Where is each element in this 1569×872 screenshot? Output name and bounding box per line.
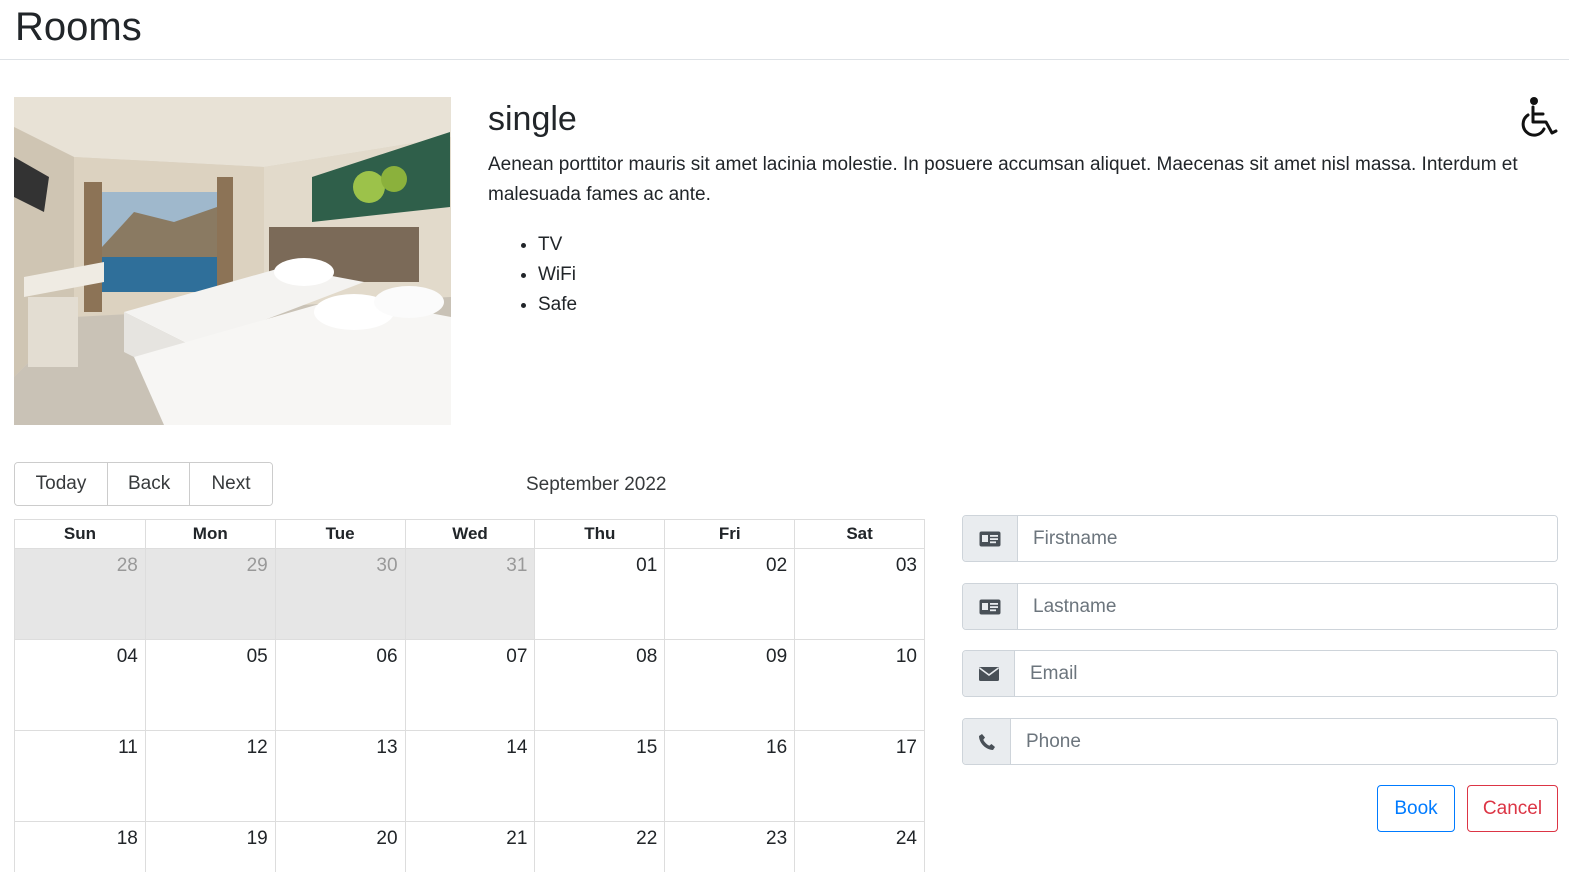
calendar-day-cell-off-range[interactable]: 30 — [274, 549, 405, 639]
calendar-body: 28 29 30 31 01 02 03 04 05 06 07 08 09 10 11 12 13 14 15 16… — [15, 549, 924, 872]
calendar-day-number: 01 — [636, 555, 658, 576]
weekday-label: Tue — [274, 520, 405, 548]
calendar-day-cell[interactable]: 11 — [15, 731, 145, 821]
calendar-day-number: 04 — [116, 646, 138, 667]
calendar-day-number: 20 — [376, 828, 398, 849]
calendar-day-number: 15 — [636, 737, 658, 758]
calendar-day-cell[interactable]: 05 — [144, 640, 275, 730]
calendar-day-cell-off-range[interactable]: 28 — [15, 549, 145, 639]
calendar-day-number: 23 — [766, 828, 788, 849]
weekday-label: Fri — [664, 520, 794, 548]
calendar-day-cell[interactable]: 07 — [404, 640, 535, 730]
firstname-input-group — [962, 515, 1558, 562]
email-field[interactable] — [1015, 651, 1557, 696]
room-description: Aenean porttitor mauris sit amet lacinia… — [488, 154, 1518, 205]
lastname-input-group — [962, 583, 1558, 630]
calendar-month-view: Sun Mon Tue Wed Thu Fri Sat 28 29 30 31 01 02… — [14, 519, 925, 872]
calendar-day-number: 05 — [246, 646, 268, 667]
calendar-week-row: 11 12 13 14 15 16 17 — [15, 731, 924, 822]
room-type-heading: single — [488, 100, 577, 138]
calendar-day-cell[interactable]: 15 — [534, 731, 664, 821]
phone-icon — [963, 719, 1011, 764]
calendar-day-number: 30 — [376, 555, 398, 576]
back-button[interactable]: Back — [108, 463, 190, 505]
calendar-day-cell[interactable]: 22 — [534, 822, 664, 872]
calendar-week-row: 18 19 20 21 22 23 24 — [15, 822, 924, 872]
calendar-day-number: 29 — [246, 555, 268, 576]
calendar-day-cell-off-range[interactable]: 31 — [404, 549, 535, 639]
calendar-day-cell[interactable]: 09 — [664, 640, 794, 730]
phone-field[interactable] — [1011, 719, 1557, 764]
id-card-icon — [963, 584, 1018, 629]
calendar-day-cell[interactable]: 13 — [274, 731, 405, 821]
calendar-day-cell[interactable]: 10 — [794, 640, 924, 730]
calendar-day-number: 10 — [895, 646, 917, 667]
weekday-label: Sun — [63, 524, 96, 543]
calendar-day-number: 21 — [506, 828, 528, 849]
calendar-weekday-header: Sun Mon Tue Wed Thu Fri Sat — [15, 520, 924, 549]
calendar-day-cell[interactable]: 24 — [794, 822, 924, 872]
page-title: Rooms — [15, 5, 142, 49]
calendar-day-cell[interactable]: 20 — [274, 822, 405, 872]
phone-input-group — [962, 718, 1558, 765]
calendar-day-number: 28 — [116, 555, 138, 576]
firstname-field[interactable] — [1018, 516, 1557, 561]
weekday-label: Thu — [534, 520, 664, 548]
calendar-day-number: 03 — [895, 555, 917, 576]
feature-item: Safe — [538, 290, 577, 320]
calendar-day-number: 16 — [766, 737, 788, 758]
email-input-group — [962, 650, 1558, 697]
calendar-day-cell[interactable]: 02 — [664, 549, 794, 639]
weekday-label: Wed — [404, 520, 535, 548]
calendar-week-row: 04 05 06 07 08 09 10 — [15, 640, 924, 731]
calendar-day-number: 02 — [766, 555, 788, 576]
calendar-day-number: 22 — [636, 828, 658, 849]
calendar-day-cell[interactable]: 03 — [794, 549, 924, 639]
calendar-day-number: 17 — [895, 737, 917, 758]
weekday-label: Mon — [144, 520, 275, 548]
lastname-field[interactable] — [1018, 584, 1557, 629]
weekday-label: Sat — [794, 520, 924, 548]
calendar-day-number: 12 — [246, 737, 268, 758]
page-header: Rooms — [0, 0, 1569, 60]
id-card-icon — [963, 516, 1018, 561]
today-button[interactable]: Today — [15, 463, 108, 505]
calendar-day-number: 18 — [116, 828, 138, 849]
book-button[interactable]: Book — [1377, 785, 1455, 832]
calendar-day-number: 09 — [766, 646, 788, 667]
calendar-day-cell[interactable]: 17 — [794, 731, 924, 821]
calendar-day-number: 07 — [506, 646, 528, 667]
calendar-day-number: 31 — [506, 555, 528, 576]
room-photo — [14, 97, 451, 425]
room-features-list: TV WiFi Safe — [538, 230, 577, 320]
calendar-month-label: September 2022 — [526, 474, 667, 495]
cancel-button[interactable]: Cancel — [1467, 785, 1558, 832]
calendar-day-number: 13 — [376, 737, 398, 758]
calendar-day-cell[interactable]: 08 — [534, 640, 664, 730]
calendar-day-cell[interactable]: 06 — [274, 640, 405, 730]
calendar-day-cell[interactable]: 01 — [534, 549, 664, 639]
envelope-icon — [963, 651, 1015, 696]
calendar-day-number: 14 — [506, 737, 528, 758]
next-button[interactable]: Next — [190, 463, 272, 505]
calendar-day-number: 06 — [376, 646, 398, 667]
calendar-day-cell[interactable]: 04 — [15, 640, 145, 730]
calendar-toolbar: Today Back Next — [14, 462, 273, 506]
calendar-day-cell[interactable]: 19 — [144, 822, 275, 872]
calendar-day-cell[interactable]: 23 — [664, 822, 794, 872]
calendar-day-cell[interactable]: 12 — [144, 731, 275, 821]
feature-item: WiFi — [538, 260, 577, 290]
calendar-day-number: 24 — [895, 828, 917, 849]
calendar-day-cell[interactable]: 21 — [404, 822, 535, 872]
calendar-day-number: 08 — [636, 646, 658, 667]
calendar-day-number: 11 — [118, 737, 138, 758]
feature-item: TV — [538, 230, 577, 260]
calendar-week-row: 28 29 30 31 01 02 03 — [15, 549, 924, 640]
calendar-day-number: 19 — [246, 828, 268, 849]
calendar-day-cell-off-range[interactable]: 29 — [144, 549, 275, 639]
calendar-day-cell[interactable]: 14 — [404, 731, 535, 821]
calendar-day-cell[interactable]: 18 — [15, 822, 145, 872]
wheelchair-icon — [1516, 96, 1560, 140]
calendar-day-cell[interactable]: 16 — [664, 731, 794, 821]
